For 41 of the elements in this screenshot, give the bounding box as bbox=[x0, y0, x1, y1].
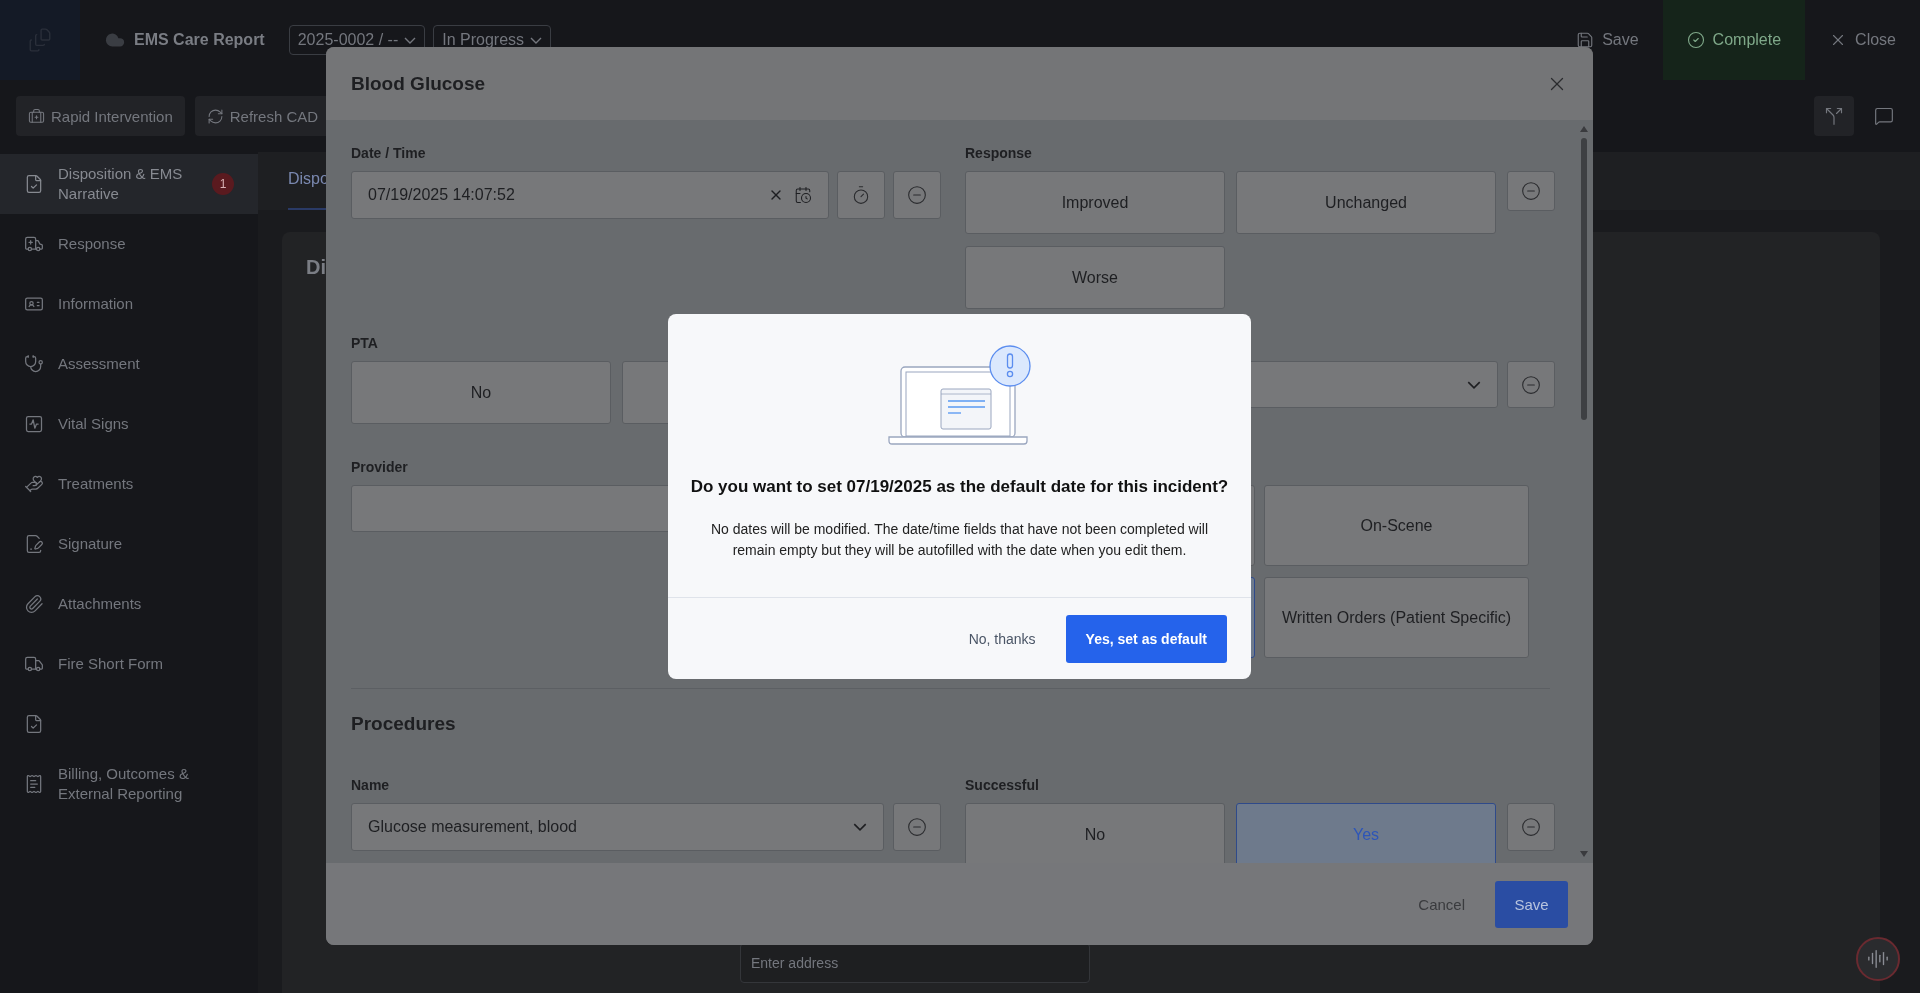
sidebar-item[interactable]: Fire Short Form bbox=[0, 634, 258, 694]
dialog-message: No dates will be modified. The date/time fields that have not been completed will remain empty but they will be autofilled with the date when you edit them. bbox=[710, 520, 1209, 560]
sidebar-item[interactable]: Billing, Outcomes & External Reporting bbox=[0, 754, 258, 814]
section-heading: Procedures bbox=[351, 713, 457, 735]
option-button[interactable]: Improved bbox=[965, 171, 1225, 234]
sidebar-item[interactable]: Vital Signs bbox=[0, 394, 258, 454]
date-time-field[interactable]: 07/19/2025 14:07:52 bbox=[351, 171, 829, 219]
sidebar-item[interactable]: Treatments bbox=[0, 454, 258, 514]
field-label: Date / Time bbox=[351, 145, 427, 162]
address-field[interactable]: Enter address bbox=[740, 943, 1090, 983]
field-label: PTA bbox=[351, 335, 379, 352]
option-button[interactable]: Worse bbox=[965, 246, 1225, 309]
field-label: Response bbox=[965, 145, 1033, 162]
sidebar-item[interactable]: Response bbox=[0, 214, 258, 274]
field-label: Successful bbox=[965, 777, 1040, 794]
option-button[interactable]: Written Orders (Patient Specific) bbox=[1264, 577, 1529, 658]
option-button[interactable]: On-Scene bbox=[1264, 485, 1529, 566]
sidebar-item[interactable]: Signature bbox=[0, 514, 258, 574]
field-label: Name bbox=[351, 777, 391, 794]
sidebar-item[interactable]: Attachments bbox=[0, 574, 258, 634]
sidebar-item[interactable]: Assessment bbox=[0, 334, 258, 394]
app-title: EMS Care Report bbox=[134, 31, 265, 49]
toolbar-button[interactable]: Rapid Intervention bbox=[16, 96, 185, 136]
cancel-button[interactable]: Cancel bbox=[1412, 887, 1471, 921]
dialog-heading: Do you want to set 07/19/2025 as the default date for this incident? bbox=[689, 477, 1230, 497]
option-button[interactable]: No bbox=[965, 803, 1225, 863]
complete-button[interactable]: Complete bbox=[1662, 0, 1806, 80]
option-button[interactable]: No bbox=[351, 361, 611, 424]
decline-button[interactable]: No, thanks bbox=[966, 624, 1038, 653]
sidebar-item[interactable]: Information bbox=[0, 274, 258, 334]
field-label: Provider bbox=[351, 459, 409, 476]
card-title: Di bbox=[306, 256, 326, 279]
confirm-button[interactable]: Yes, set as default bbox=[1065, 614, 1227, 663]
option-button[interactable]: Unchanged bbox=[1236, 171, 1496, 234]
toolbar-button[interactable]: Save bbox=[1552, 0, 1663, 80]
procedure-select[interactable]: Glucose measurement, blood bbox=[351, 803, 884, 851]
save-button[interactable]: Save bbox=[1495, 880, 1568, 928]
sidebar-item[interactable]: Disposition & EMS Narrative 1 bbox=[0, 154, 258, 214]
count-badge: 1 bbox=[212, 173, 234, 195]
toolbar-button[interactable]: Close bbox=[1805, 0, 1920, 80]
modal-title: Blood Glucose bbox=[351, 72, 486, 95]
